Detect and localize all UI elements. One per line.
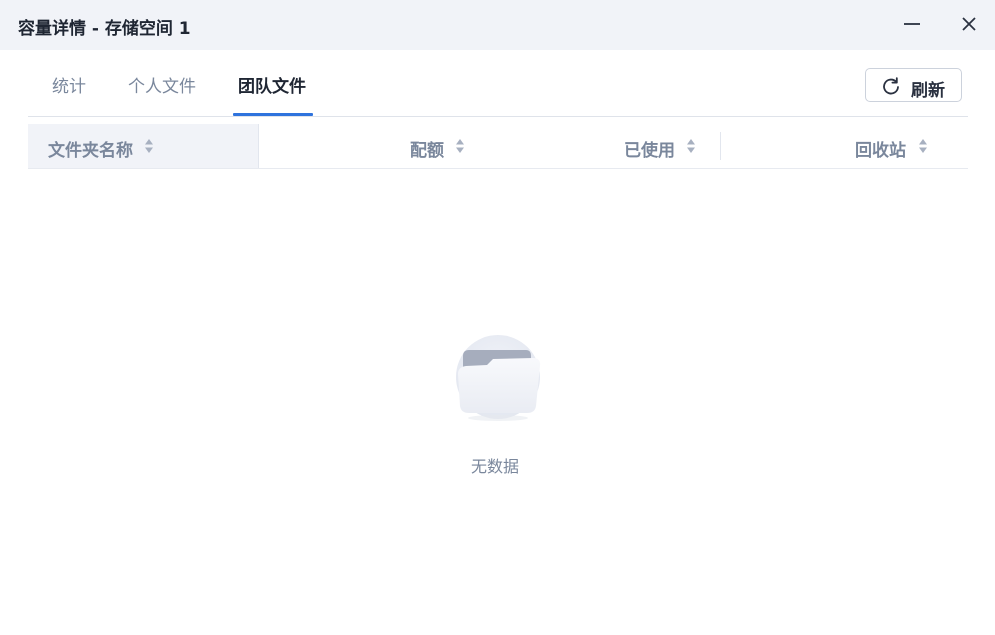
column-label-quota: 配额 [410, 141, 444, 161]
column-header-quota[interactable]: 配额 [259, 124, 489, 168]
tab-personal-files[interactable]: 个人文件 [128, 72, 196, 116]
tab-bar: 统计 个人文件 团队文件 刷新 [28, 50, 968, 117]
sort-icon [145, 139, 153, 153]
column-header-folder-name[interactable]: 文件夹名称 [28, 124, 258, 168]
column-label-recycle-bin: 回收站 [855, 141, 906, 161]
active-tab-indicator [233, 113, 313, 116]
minimize-button[interactable] [896, 9, 928, 41]
close-button[interactable] [953, 9, 985, 41]
sort-icon [456, 139, 464, 153]
close-icon [962, 17, 976, 31]
column-label-folder-name: 文件夹名称 [48, 141, 133, 161]
capacity-details-dialog: 容量详情 - 存储空间 1 统计 个人文件 团队文件 刷新 文件夹名称 配额 已… [0, 0, 995, 635]
tab-statistics[interactable]: 统计 [52, 72, 86, 116]
tab-team-files[interactable]: 团队文件 [238, 72, 306, 116]
title-bar: 容量详情 - 存储空间 1 [0, 0, 995, 50]
column-header-recycle-bin[interactable]: 回收站 [721, 124, 968, 168]
refresh-icon [883, 77, 899, 95]
column-header-used[interactable]: 已使用 [489, 124, 720, 168]
minimize-icon [904, 23, 920, 25]
sort-icon [687, 139, 695, 153]
column-label-used: 已使用 [624, 141, 675, 161]
empty-state-text: 无数据 [471, 457, 520, 476]
refresh-label: 刷新 [911, 81, 945, 101]
table-header: 文件夹名称 配额 已使用 回收站 [28, 124, 968, 169]
sort-icon [919, 139, 927, 153]
empty-folder-icon [456, 335, 541, 421]
refresh-button[interactable]: 刷新 [865, 68, 962, 102]
dialog-title: 容量详情 - 存储空间 1 [18, 19, 191, 39]
